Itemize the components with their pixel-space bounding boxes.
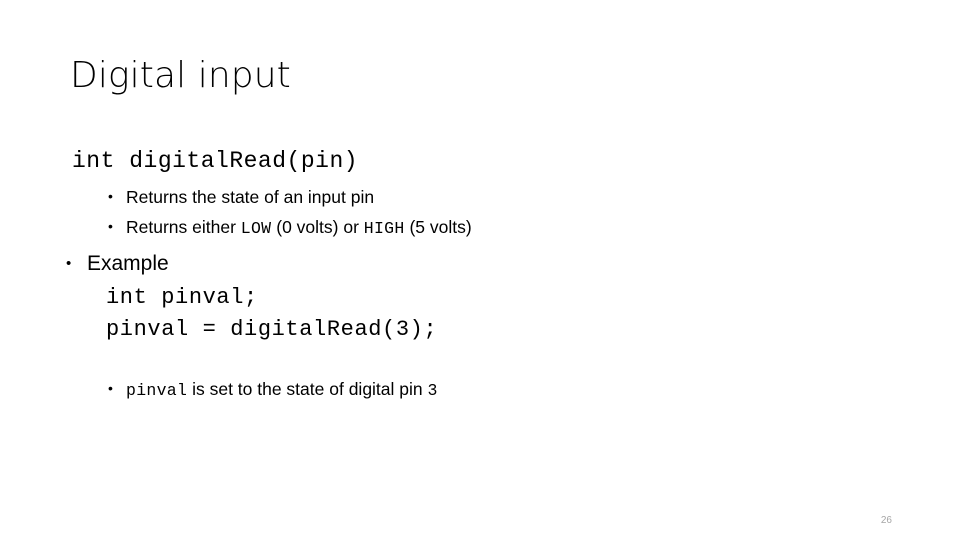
list-item-note: • pinval is set to the state of digital p…: [108, 376, 438, 403]
code-token-high: HIGH: [363, 219, 405, 238]
bullet-dot-icon: •: [108, 380, 113, 396]
slide: Digital input int digitalRead(pin) • Retu…: [0, 0, 960, 540]
bullet-dot-icon: •: [66, 255, 72, 272]
list-item: • Returns the state of an input pin: [108, 184, 374, 209]
function-signature-code: int digitalRead(pin): [72, 148, 359, 174]
page-title: Digital input: [70, 55, 291, 96]
bullet-dot-icon: •: [108, 218, 113, 234]
example-code-line: pinval = digitalRead(3);: [106, 317, 438, 342]
code-token-pinval: pinval: [126, 381, 188, 400]
code-token-pin-number: 3: [427, 381, 438, 400]
list-item: • Returns either LOW (0 volts) or HIGH (5…: [108, 214, 472, 241]
list-item-label-suffix: (5 volts): [404, 217, 472, 237]
list-item-label-prefix: Returns either: [126, 217, 241, 237]
code-token-low: LOW: [240, 219, 272, 238]
list-item-label-mid: (0 volts) or: [271, 217, 364, 237]
example-label: Example: [87, 252, 169, 275]
list-item-label: Returns the state of an input pin: [126, 187, 375, 207]
bullet-dot-icon: •: [108, 188, 113, 204]
example-code-line: int pinval;: [106, 285, 258, 310]
page-number: 26: [880, 515, 892, 526]
note-label-mid: is set to the state of digital pin: [187, 379, 428, 399]
list-item-example: • Example: [66, 250, 169, 278]
